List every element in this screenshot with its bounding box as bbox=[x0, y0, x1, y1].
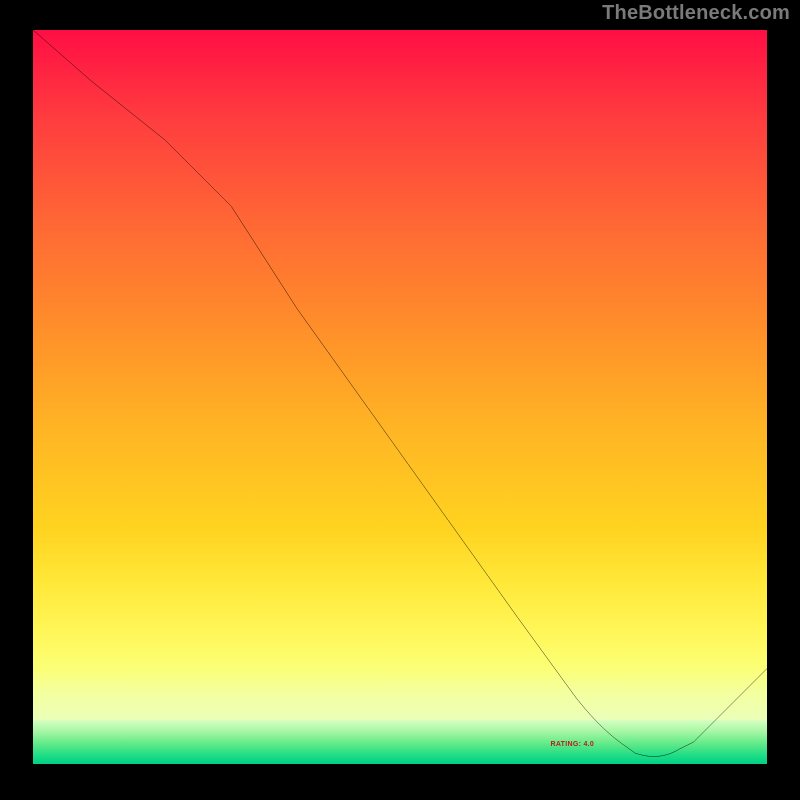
watermark-text: TheBottleneck.com bbox=[602, 2, 790, 25]
bottom-annotation: RATING: 4.0 bbox=[550, 741, 594, 748]
curve-path bbox=[33, 30, 767, 756]
chart-container: TheBottleneck.com RATING: 4.0 bbox=[0, 0, 800, 800]
line-series bbox=[33, 30, 767, 764]
plot-area: RATING: 4.0 bbox=[33, 30, 767, 764]
